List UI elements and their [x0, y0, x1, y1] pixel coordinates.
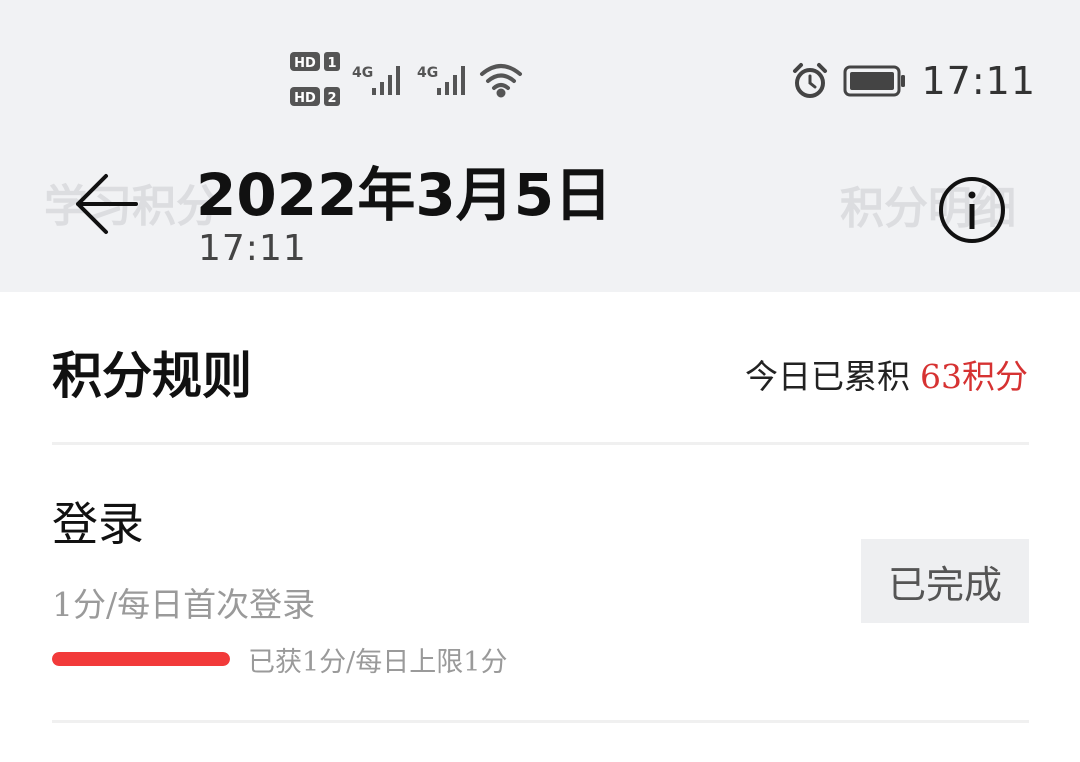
rule-item-title: 登录: [52, 497, 144, 551]
today-points-value: 63积分: [920, 357, 1028, 396]
progress-fill: [52, 652, 230, 666]
section-title: 积分规则: [52, 346, 252, 405]
hd-2-icon: HD 2: [290, 87, 340, 106]
battery-icon: [843, 65, 906, 97]
divider: [52, 442, 1029, 445]
network-status-icons: HD 1 HD 2 4G 4G: [290, 52, 522, 106]
wifi-icon: [480, 64, 522, 98]
completed-button[interactable]: 已完成: [861, 539, 1029, 623]
rule-item-description: 1分/每日首次登录: [52, 585, 316, 624]
status-bar-right: 17:11: [791, 58, 1036, 104]
svg-text:1: 1: [327, 56, 336, 71]
svg-text:HD: HD: [294, 56, 316, 71]
date-time: 17:11: [198, 228, 307, 269]
hd-1-icon: HD 1: [290, 52, 340, 71]
svg-text:4G: 4G: [352, 65, 373, 81]
svg-text:2: 2: [327, 91, 336, 106]
alarm-icon: [793, 63, 828, 98]
back-arrow-icon[interactable]: [70, 170, 146, 238]
status-time: 17:11: [921, 59, 1036, 103]
progress-bar: [52, 652, 230, 666]
signal-4g-icon: 4G: [417, 65, 465, 95]
svg-text:4G: 4G: [417, 65, 438, 81]
date-title: 2022年3月5日: [196, 161, 613, 229]
header-area: HD 1 HD 2 4G 4G 17:11 学习积分 积分明细 2022年3月5…: [0, 0, 1080, 292]
svg-text:HD: HD: [294, 91, 316, 106]
today-label: 今日已累积: [745, 357, 910, 396]
signal-4g-icon: 4G: [352, 65, 400, 95]
divider: [52, 720, 1029, 723]
progress-text: 已获1分/每日上限1分: [248, 647, 508, 678]
today-points: 今日已累积 63积分: [745, 350, 1028, 398]
info-icon[interactable]: [938, 176, 1006, 244]
